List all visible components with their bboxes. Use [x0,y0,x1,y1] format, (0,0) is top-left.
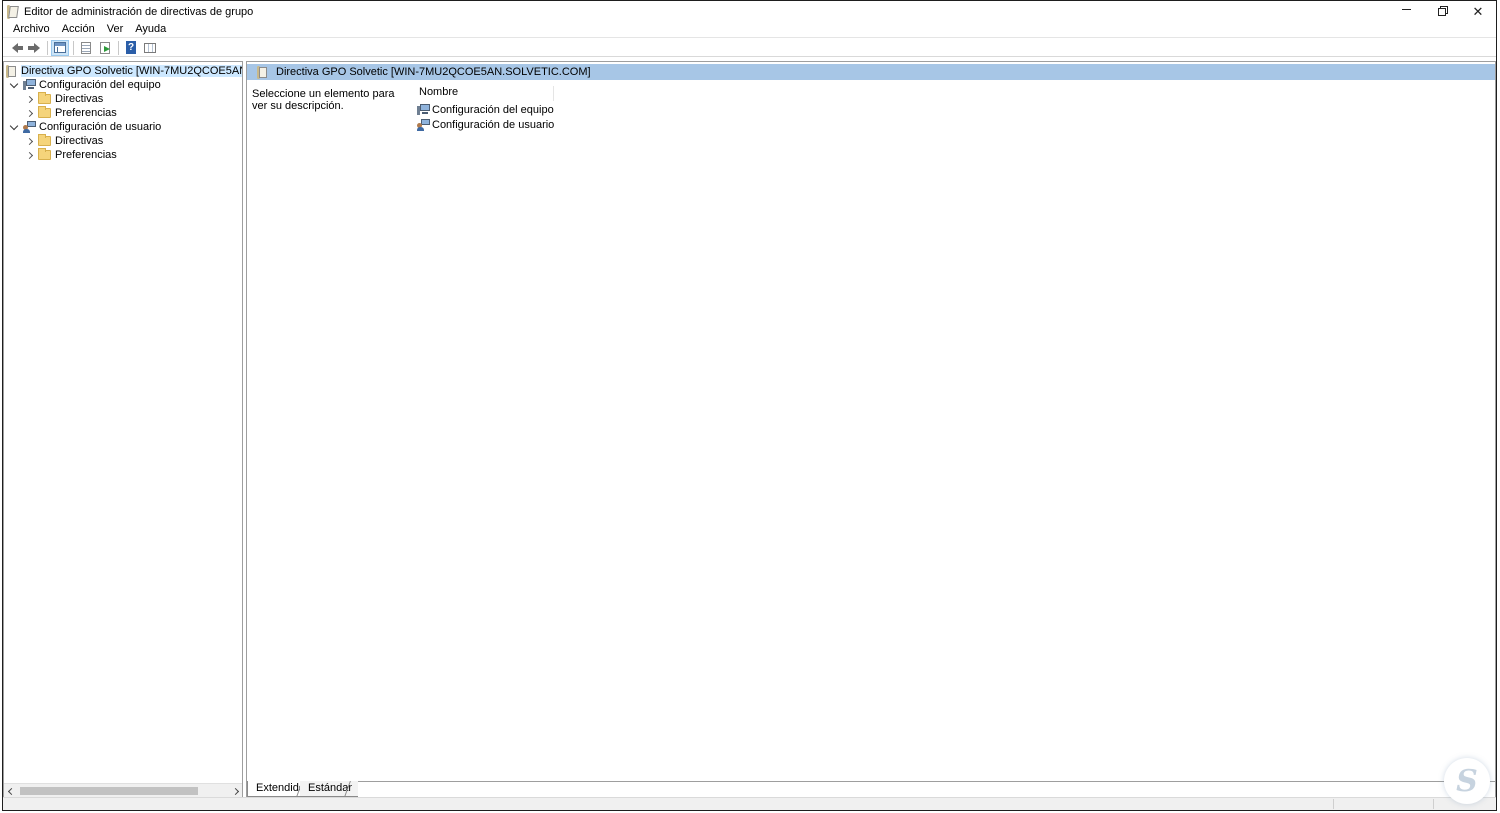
computer-icon [417,104,430,116]
export-list-button[interactable] [96,40,114,56]
expand-chevron-right-icon[interactable] [24,148,34,162]
expand-chevron-down-icon[interactable] [9,120,19,134]
toolbar-separator [118,40,119,55]
window-controls: ✕ [1388,1,1496,23]
tree-node-label: Configuración del equipo [39,79,161,91]
gpo-icon [6,64,17,78]
tree-node-user-preferences[interactable]: Preferencias [24,148,117,162]
list-item-label: Configuración de usuario [432,119,555,131]
minimize-button[interactable] [1388,1,1424,23]
tree-node-user-config[interactable]: Configuración de usuario [9,120,161,134]
expand-chevron-right-icon[interactable] [24,106,34,120]
tree-node-label: Preferencias [55,149,117,161]
back-button[interactable] [6,40,24,56]
tree-node-label: Directivas [55,135,104,147]
user-config-icon [23,121,36,133]
toolbar-separator [73,40,74,55]
restore-button[interactable] [1424,1,1460,23]
tree-node-computer-config[interactable]: Configuración del equipo [9,78,161,92]
forward-arrow-icon [28,42,40,53]
menu-accion[interactable]: Acción [56,23,101,38]
properties-icon [144,42,156,53]
list-item-label: Configuración del equipo [432,104,554,116]
toolbar-separator [47,40,48,55]
status-separator [1333,799,1334,809]
list-item-computer-config[interactable]: Configuración del equipo [417,103,554,117]
tree-root-gpo[interactable]: Directiva GPO Solvetic [WIN-7MU2QCOE5AN.… [6,64,242,78]
status-bar [3,797,1496,810]
list-view-button[interactable] [77,40,95,56]
close-icon: ✕ [1472,4,1484,19]
gpo-editor-window: Editor de administración de directivas d… [2,0,1497,811]
back-arrow-icon [12,42,23,53]
menu-ver[interactable]: Ver [101,23,130,38]
scrollbar-thumb[interactable] [20,787,198,795]
details-header-title: Directiva GPO Solvetic [WIN-7MU2QCOE5AN.… [276,66,591,78]
show-hide-tree-button[interactable] [51,39,69,56]
computer-icon [23,79,36,91]
view-tabs: Extendido Estándar [247,781,1495,797]
expand-chevron-right-icon[interactable] [24,134,34,148]
scroll-left-icon[interactable] [4,784,18,797]
tree-root-label: Directiva GPO Solvetic [WIN-7MU2QCOE5AN.… [21,65,242,77]
folder-icon [38,92,51,104]
restore-icon [1437,5,1448,16]
properties-button[interactable] [141,40,159,56]
gpo-icon [257,65,268,79]
list-icon [81,41,91,54]
expand-chevron-right-icon[interactable] [24,92,34,106]
gpo-app-icon [7,5,19,19]
user-config-icon [417,119,430,131]
tree-node-label: Preferencias [55,107,117,119]
export-list-icon [100,41,110,54]
help-button[interactable]: ? [122,40,140,56]
close-button[interactable]: ✕ [1460,1,1496,23]
menu-bar: Archivo Acción Ver Ayuda [3,23,1496,38]
tree-node-label: Configuración de usuario [39,121,162,133]
title-bar: Editor de administración de directivas d… [3,1,1496,23]
forward-button[interactable] [25,40,43,56]
scroll-right-icon[interactable] [228,784,242,797]
tree-node-label: Directivas [55,93,104,105]
folder-icon [38,106,51,118]
tree-node-computer-policies[interactable]: Directivas [24,92,103,106]
details-pane: Directiva GPO Solvetic [WIN-7MU2QCOE5AN.… [246,61,1496,798]
menu-ayuda[interactable]: Ayuda [129,23,172,38]
expand-chevron-down-icon[interactable] [9,78,19,92]
list-item-user-config[interactable]: Configuración de usuario [417,118,554,132]
menu-archivo[interactable]: Archivo [7,23,56,38]
help-icon: ? [126,41,136,54]
column-header-nombre[interactable]: Nombre [417,86,554,101]
description-text: Seleccione un elemento para ver su descr… [252,88,395,112]
window-title: Editor de administración de directivas d… [24,6,254,18]
console-tree-icon [54,42,66,53]
folder-icon [38,148,51,160]
toolbar: ? [3,39,1496,57]
status-separator [1433,799,1434,809]
console-tree-pane: Directiva GPO Solvetic [WIN-7MU2QCOE5AN.… [3,61,243,798]
folder-icon [38,134,51,146]
details-header: Directiva GPO Solvetic [WIN-7MU2QCOE5AN.… [247,64,1495,80]
solvetic-logo-watermark: S [1444,758,1490,804]
tree-node-computer-preferences[interactable]: Preferencias [24,106,117,120]
tree-node-user-policies[interactable]: Directivas [24,134,103,148]
minimize-icon [1401,8,1411,10]
horizontal-scrollbar[interactable] [4,783,242,797]
